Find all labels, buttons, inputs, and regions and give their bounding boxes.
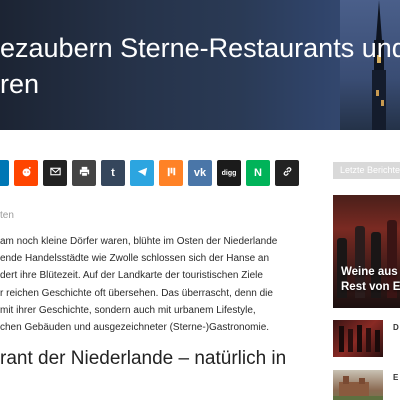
sidebar-post-title[interactable]: E: [393, 373, 398, 382]
share-bar: t vk digg N: [0, 160, 304, 186]
article-title: ezaubern Sterne-Restaurants und ren: [0, 30, 400, 102]
telegram-share-button[interactable]: [130, 160, 154, 186]
tumblr-share-button[interactable]: t: [101, 160, 125, 186]
mix-share-button[interactable]: [159, 160, 183, 186]
article-title-line: ezaubern Sterne-Restaurants und: [0, 33, 400, 63]
sidebar-post-title[interactable]: D: [393, 323, 399, 332]
featured-post-title-line: Rest von Eu: [341, 281, 400, 293]
article-body-line: chen Gebäuden und ausgezeichneter (Stern…: [0, 321, 270, 333]
sidebar-featured-post[interactable]: Weine aus C Rest von Eu: [333, 195, 400, 308]
article-meta: ten: [0, 210, 14, 221]
print-icon: [78, 165, 91, 181]
article-subheading-line: rant der Niederlande – natürlich in: [0, 348, 287, 369]
page: ezaubern Sterne-Restaurants und ren t vk d…: [0, 0, 400, 400]
article-body-line: am noch kleine Dörfer waren, blühte im O…: [0, 236, 278, 247]
digg-icon: digg: [221, 169, 237, 177]
reddit-share-button[interactable]: [14, 160, 38, 186]
article-body-line: r reichen Geschichte oft übersehen. Das …: [0, 287, 273, 299]
xing-icon: N: [254, 167, 262, 179]
article-subheading: rant der Niederlande – natürlich in: [0, 346, 300, 372]
link-share-button[interactable]: [275, 160, 299, 186]
article-body-line: mit ihrer Geschichte, sondern auch mit u…: [0, 304, 256, 316]
vk-icon: vk: [193, 167, 207, 179]
linkedin-share-button[interactable]: [0, 160, 9, 186]
digg-share-button[interactable]: digg: [217, 160, 241, 186]
print-share-button[interactable]: [72, 160, 96, 186]
article-body-line: ende Handelsstädte wie Zwolle schlossen …: [0, 253, 270, 265]
article-title-line: ren: [0, 69, 40, 99]
email-icon: [49, 165, 62, 181]
sidebar-heading: Letzte Berichte: [333, 162, 400, 179]
wine-bottles-image: [339, 325, 380, 352]
article-body: am noch kleine Dörfer waren, blühte im O…: [0, 233, 300, 336]
reddit-icon: [20, 165, 33, 181]
hero-image: ezaubern Sterne-Restaurants und ren: [0, 0, 400, 130]
email-share-button[interactable]: [43, 160, 67, 186]
telegram-icon: [136, 165, 149, 181]
featured-post-title[interactable]: Weine aus C Rest von Eu: [341, 265, 400, 295]
mix-icon: [165, 165, 178, 181]
sidebar-post-thumbnail[interactable]: [333, 320, 383, 357]
sidebar-post-thumbnail[interactable]: [333, 370, 383, 400]
vk-share-button[interactable]: vk: [188, 160, 212, 186]
tumblr-icon: t: [111, 167, 115, 179]
xing-share-button[interactable]: N: [246, 160, 270, 186]
article-body-line: dert ihre Blütezeit. Auf der Landkarte d…: [0, 270, 263, 282]
link-icon: [281, 165, 294, 181]
castle-image: [333, 376, 383, 400]
featured-post-title-line: Weine aus C: [341, 266, 400, 278]
